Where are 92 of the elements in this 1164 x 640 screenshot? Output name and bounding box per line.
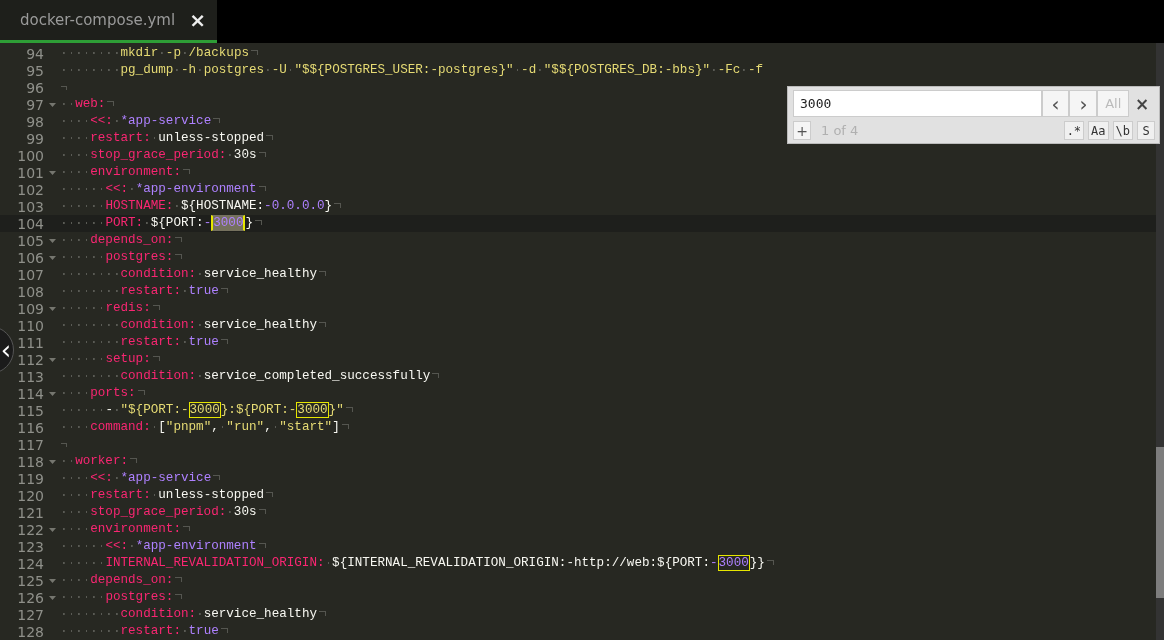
line-number: 101: [16, 164, 44, 181]
fold-arrow-icon[interactable]: [48, 238, 56, 243]
close-tab-button[interactable]: ×: [185, 10, 210, 30]
line-number: 100: [16, 147, 44, 164]
find-field[interactable]: 3000: [793, 90, 1042, 117]
fold-arrow-icon[interactable]: [48, 306, 56, 311]
code-line: restart: unless-stopped: [60, 487, 274, 504]
line-number: 128: [16, 623, 44, 640]
code-line: condition: service_healthy: [60, 266, 326, 283]
line-number: 94: [25, 45, 44, 62]
find-option-toggle[interactable]: S: [1137, 121, 1155, 140]
line-number: 117: [16, 436, 44, 453]
code-line: condition: service_completed_successfully: [60, 368, 440, 385]
code-line: <<: *app-service: [60, 113, 221, 130]
code-line: pg_dump -h postgres -U "$${POSTGRES_USER:-postgres}" -d "$${POSTGRES_DB:-bbs}" -Fc -f: [60, 62, 763, 79]
fold-arrow-icon[interactable]: [48, 595, 56, 600]
code-line: restart: true: [60, 283, 228, 300]
previous-match-button[interactable]: ‹: [1041, 90, 1070, 117]
code-line: INTERNAL_REVALIDATION_ORIGIN: ${INTERNAL_REVALIDATION_ORIGIN:-http://web:${PORT:-3000}}: [60, 555, 774, 572]
code-line: <<: *app-environment: [60, 181, 266, 198]
fold-arrow-icon[interactable]: [48, 357, 56, 362]
code-line: environment:: [60, 164, 190, 181]
line-number: 113: [16, 368, 44, 385]
code-line: condition: service_healthy: [60, 606, 326, 623]
line-number: 121: [16, 504, 44, 521]
fold-arrow-icon[interactable]: [48, 578, 56, 583]
line-number: 112: [16, 351, 44, 368]
code-line: command: ["pnpm", "run", "start"]: [60, 419, 349, 436]
line-number: 125: [16, 572, 44, 589]
code-line: HOSTNAME: ${HOSTNAME:-0.0.0.0}: [60, 198, 342, 215]
code-line: - "${PORT:-3000}:${PORT:-3000}": [60, 402, 353, 419]
code-line: depends_on:: [60, 232, 183, 249]
code-line: stop_grace_period: 30s: [60, 504, 266, 521]
line-number: 95: [25, 62, 44, 79]
line-number: 106: [16, 249, 44, 266]
line-number: 96: [25, 79, 44, 96]
add-button[interactable]: +: [793, 121, 811, 140]
fold-arrow-icon[interactable]: [48, 527, 56, 532]
line-number: 119: [16, 470, 44, 487]
line-number: 104: [16, 215, 44, 232]
line-number: 107: [16, 266, 44, 283]
code-line: mkdir -p /backups: [60, 45, 258, 62]
line-number: 118: [16, 453, 44, 470]
line-number: 98: [25, 113, 44, 130]
line-number: 102: [16, 181, 44, 198]
code-line: postgres:: [60, 589, 183, 606]
line-number: 109: [16, 300, 44, 317]
line-number: 115: [16, 402, 44, 419]
code-line: stop_grace_period: 30s: [60, 147, 266, 164]
scrollbar-thumb[interactable]: [1156, 447, 1164, 598]
line-number: 114: [16, 385, 44, 402]
close-find-button[interactable]: ×: [1129, 90, 1155, 117]
line-number: 124: [16, 555, 44, 572]
code-line: depends_on:: [60, 572, 183, 589]
fold-arrow-icon[interactable]: [48, 459, 56, 464]
code-line: restart: true: [60, 334, 228, 351]
find-option-toggle[interactable]: .*: [1063, 121, 1085, 140]
code-line: <<: *app-environment: [60, 538, 266, 555]
line-number: 127: [16, 606, 44, 623]
line-number: 99: [25, 130, 44, 147]
line-number: 122: [16, 521, 44, 538]
fold-arrow-icon[interactable]: [48, 255, 56, 260]
line-number: 126: [16, 589, 44, 606]
line-number: 110: [16, 317, 44, 334]
file-tab[interactable]: docker-compose.yml ×: [0, 0, 217, 43]
line-number: 103: [16, 198, 44, 215]
line-number: 116: [16, 419, 44, 436]
code-line: postgres:: [60, 249, 183, 266]
code-line: <<: *app-service: [60, 470, 221, 487]
code-line: web:: [60, 96, 115, 113]
fold-arrow-icon[interactable]: [48, 391, 56, 396]
line-number: 97: [25, 96, 44, 113]
next-match-button[interactable]: ›: [1069, 90, 1098, 117]
line-number: 111: [16, 334, 44, 351]
code-line: condition: service_healthy: [60, 317, 326, 334]
code-line: environment:: [60, 521, 190, 538]
line-number: 105: [16, 232, 44, 249]
code-line: restart: unless-stopped: [60, 130, 274, 147]
code-line: ports:: [60, 385, 145, 402]
fold-arrow-icon[interactable]: [48, 170, 56, 175]
line-number: 120: [16, 487, 44, 504]
tab-title: docker-compose.yml: [20, 11, 176, 29]
code-line: setup:: [60, 351, 160, 368]
code-line: PORT: ${PORT:-3000}: [60, 215, 262, 232]
line-number: 123: [16, 538, 44, 555]
code-line: worker:: [60, 453, 138, 470]
code-line: redis:: [60, 300, 160, 317]
fold-arrow-icon[interactable]: [48, 102, 56, 107]
find-option-toggle[interactable]: \b: [1112, 121, 1133, 140]
find-option-toggle[interactable]: Aa: [1088, 121, 1109, 140]
code-line: restart: true: [60, 623, 228, 640]
line-number: 108: [16, 283, 44, 300]
